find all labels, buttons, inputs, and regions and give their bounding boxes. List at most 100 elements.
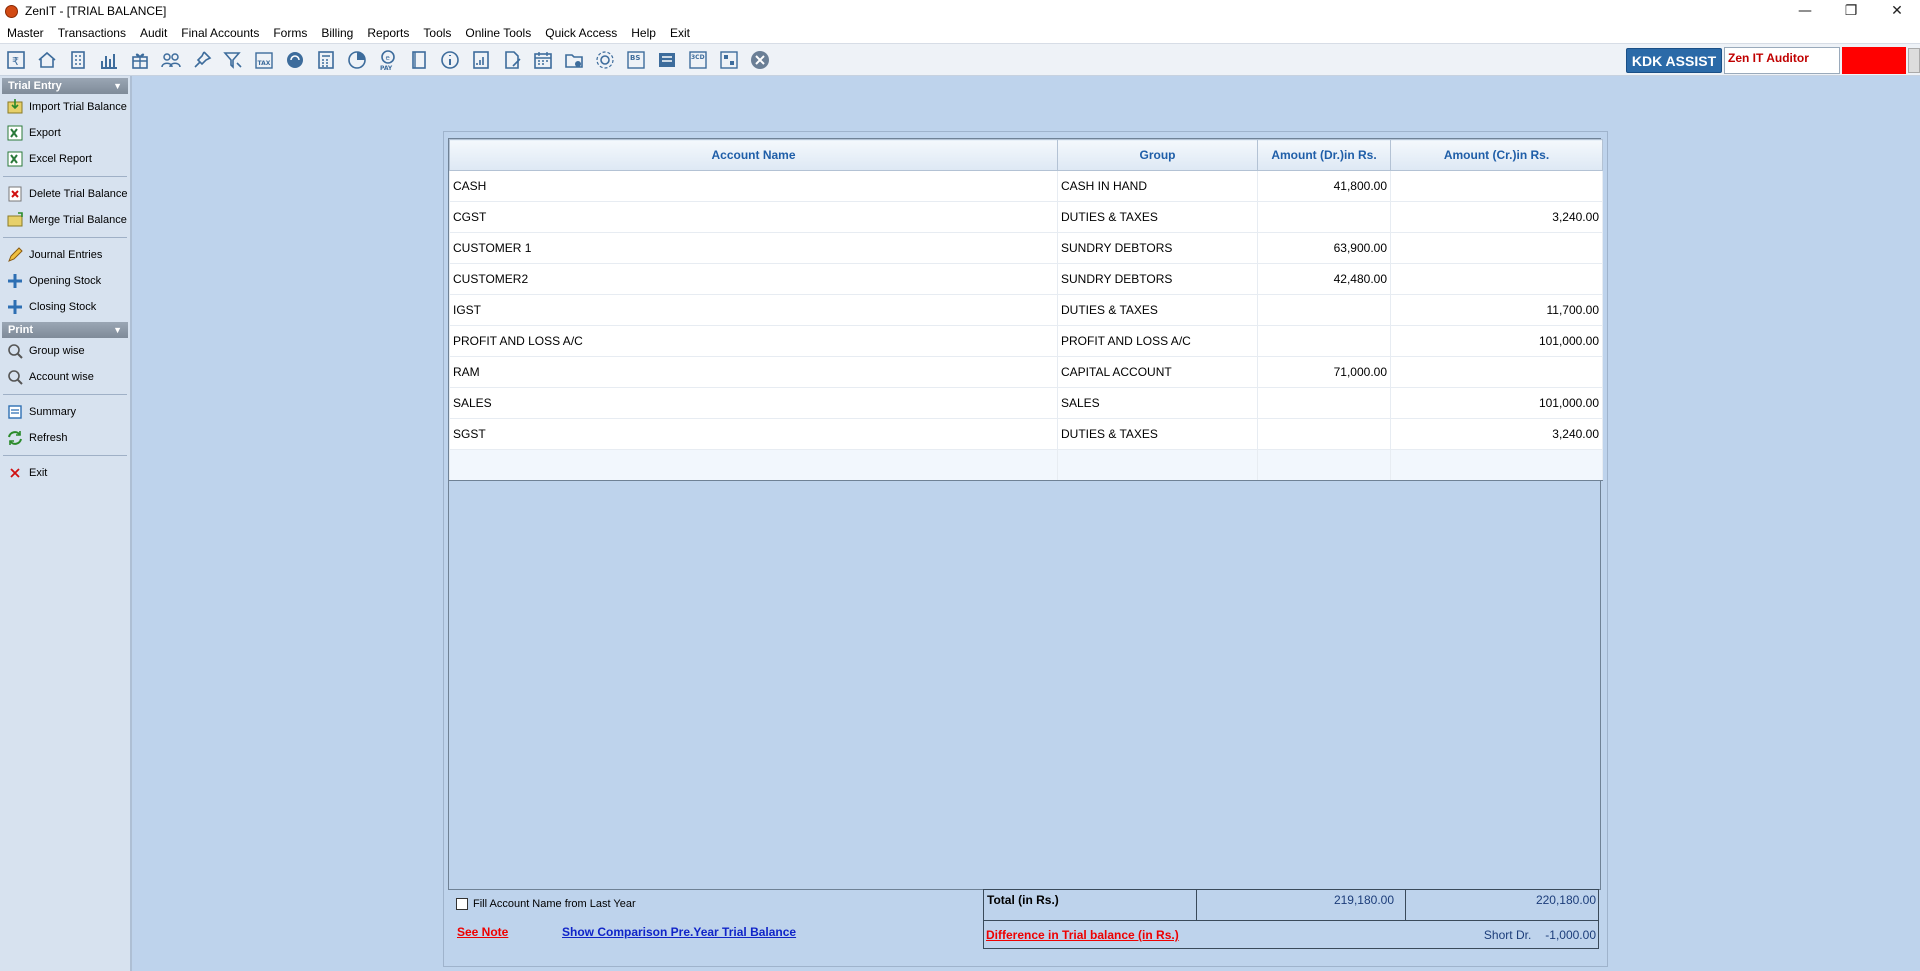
3cd-icon[interactable]: 3CD: [686, 48, 710, 72]
menu-forms[interactable]: Forms: [273, 26, 307, 40]
menu-transactions[interactable]: Transactions: [58, 26, 126, 40]
table-row[interactable]: CUSTOMER 1 SUNDRY DEBTORS 63,900.00: [449, 232, 1603, 264]
cell-group[interactable]: CASH IN HAND: [1057, 170, 1258, 202]
table-row[interactable]: SGST DUTIES & TAXES 3,240.00: [449, 418, 1603, 450]
cell-cr[interactable]: [1390, 449, 1603, 481]
sidebar-item-excel-report[interactable]: Excel Report: [0, 146, 130, 172]
pie-chart-icon[interactable]: [345, 48, 369, 72]
info-icon[interactable]: [438, 48, 462, 72]
cell-account[interactable]: CUSTOMER2: [449, 263, 1058, 295]
sidebar-item-account-wise[interactable]: Account wise: [0, 364, 130, 390]
calendar-icon[interactable]: [531, 48, 555, 72]
sidebar-item-export[interactable]: Export: [0, 120, 130, 146]
sidebar-item-merge-trial-balance[interactable]: Merge Trial Balance: [0, 207, 130, 233]
sidebar-item-journal-entries[interactable]: Journal Entries: [0, 242, 130, 268]
doc-edit-icon[interactable]: [500, 48, 524, 72]
cell-dr[interactable]: 41,800.00: [1257, 170, 1391, 202]
gear-icon[interactable]: [593, 48, 617, 72]
menu-exit[interactable]: Exit: [670, 26, 690, 40]
fill-account-option[interactable]: Fill Account Name from Last Year: [456, 898, 636, 910]
qr-icon[interactable]: [717, 48, 741, 72]
close-button[interactable]: ✕: [1874, 0, 1920, 22]
sidebar-item-delete-trial-balance[interactable]: Delete Trial Balance: [0, 181, 130, 207]
db-icon[interactable]: [655, 48, 679, 72]
cell-dr[interactable]: [1257, 325, 1391, 357]
cell-dr[interactable]: [1257, 294, 1391, 326]
table-row[interactable]: SALES SALES 101,000.00: [449, 387, 1603, 419]
cell-account[interactable]: CUSTOMER 1: [449, 232, 1058, 264]
menu-quick-access[interactable]: Quick Access: [545, 26, 617, 40]
cell-group[interactable]: SUNDRY DEBTORS: [1057, 232, 1258, 264]
cell-account[interactable]: CGST: [449, 201, 1058, 233]
cell-cr[interactable]: [1390, 263, 1603, 295]
cell-cr[interactable]: [1390, 356, 1603, 388]
tax-icon[interactable]: TAX: [252, 48, 276, 72]
sidebar-item-summary[interactable]: Summary: [0, 399, 130, 425]
gift-icon[interactable]: [128, 48, 152, 72]
menu-reports[interactable]: Reports: [367, 26, 409, 40]
menu-audit[interactable]: Audit: [140, 26, 167, 40]
cell-cr[interactable]: [1390, 232, 1603, 264]
sidebar-item-refresh[interactable]: Refresh: [0, 425, 130, 451]
print-header[interactable]: Print ▼: [2, 322, 128, 338]
sidebar-item-opening-stock[interactable]: Opening Stock: [0, 268, 130, 294]
close-circle-icon[interactable]: [748, 48, 772, 72]
cell-cr[interactable]: [1390, 170, 1603, 202]
menu-final-accounts[interactable]: Final Accounts: [181, 26, 259, 40]
cell-dr[interactable]: [1257, 418, 1391, 450]
menu-help[interactable]: Help: [631, 26, 656, 40]
see-note-link[interactable]: See Note: [457, 925, 508, 939]
table-row[interactable]: CASH CASH IN HAND 41,800.00: [449, 170, 1603, 202]
users-icon[interactable]: [159, 48, 183, 72]
table-row[interactable]: CGST DUTIES & TAXES 3,240.00: [449, 201, 1603, 233]
cell-group[interactable]: DUTIES & TAXES: [1057, 201, 1258, 233]
cell-dr[interactable]: [1257, 387, 1391, 419]
menu-master[interactable]: Master: [7, 26, 44, 40]
cell-group[interactable]: DUTIES & TAXES: [1057, 418, 1258, 450]
col-group[interactable]: Group: [1057, 139, 1258, 171]
folder-add-icon[interactable]: [562, 48, 586, 72]
sidebar-item-group-wise[interactable]: Group wise: [0, 338, 130, 364]
cell-account[interactable]: IGST: [449, 294, 1058, 326]
cell-account[interactable]: PROFIT AND LOSS A/C: [449, 325, 1058, 357]
calculator-icon[interactable]: [314, 48, 338, 72]
collapse-icon[interactable]: ▼: [113, 81, 122, 91]
cell-account[interactable]: [449, 449, 1058, 481]
book-icon[interactable]: [407, 48, 431, 72]
cell-dr[interactable]: [1257, 201, 1391, 233]
cell-group[interactable]: SUNDRY DEBTORS: [1057, 263, 1258, 295]
table-row[interactable]: PROFIT AND LOSS A/C PROFIT AND LOSS A/C …: [449, 325, 1603, 357]
menu-tools[interactable]: Tools: [423, 26, 451, 40]
cell-account[interactable]: SGST: [449, 418, 1058, 450]
fill-account-checkbox[interactable]: [456, 898, 468, 910]
cell-dr[interactable]: 63,900.00: [1257, 232, 1391, 264]
cell-group[interactable]: PROFIT AND LOSS A/C: [1057, 325, 1258, 357]
cell-group[interactable]: DUTIES & TAXES: [1057, 294, 1258, 326]
difference-link[interactable]: Difference in Trial balance (in Rs.): [986, 928, 1179, 942]
collapse-icon[interactable]: ▼: [113, 325, 122, 335]
cell-group[interactable]: [1057, 449, 1258, 481]
rupee-doc-icon[interactable]: ₹: [4, 48, 28, 72]
kdk-assist-button[interactable]: KDK ASSIST: [1626, 48, 1722, 73]
cell-cr[interactable]: 101,000.00: [1390, 325, 1603, 357]
building-icon[interactable]: [66, 48, 90, 72]
table-row[interactable]: IGST DUTIES & TAXES 11,700.00: [449, 294, 1603, 326]
col-amount-dr[interactable]: Amount (Dr.)in Rs.: [1257, 139, 1391, 171]
side-panel-icon[interactable]: [1908, 48, 1920, 73]
cell-group[interactable]: SALES: [1057, 387, 1258, 419]
table-row[interactable]: CUSTOMER2 SUNDRY DEBTORS 42,480.00: [449, 263, 1603, 295]
restore-button[interactable]: ❐: [1828, 0, 1874, 22]
bs-icon[interactable]: BS: [624, 48, 648, 72]
cell-account[interactable]: SALES: [449, 387, 1058, 419]
new-entry-row[interactable]: [449, 449, 1603, 481]
minimize-button[interactable]: —: [1782, 0, 1828, 22]
cell-cr[interactable]: 11,700.00: [1390, 294, 1603, 326]
sidebar-item-import-trial-balance[interactable]: Import Trial Balance: [0, 94, 130, 120]
sidebar-item-closing-stock[interactable]: Closing Stock: [0, 294, 130, 320]
filter-icon[interactable]: [221, 48, 245, 72]
sidebar-item-exit[interactable]: Exit: [0, 460, 130, 486]
show-comparison-link[interactable]: Show Comparison Pre.Year Trial Balance: [562, 925, 796, 939]
pay-icon[interactable]: e PAY: [376, 48, 400, 72]
cell-group[interactable]: CAPITAL ACCOUNT: [1057, 356, 1258, 388]
cell-cr[interactable]: 3,240.00: [1390, 418, 1603, 450]
